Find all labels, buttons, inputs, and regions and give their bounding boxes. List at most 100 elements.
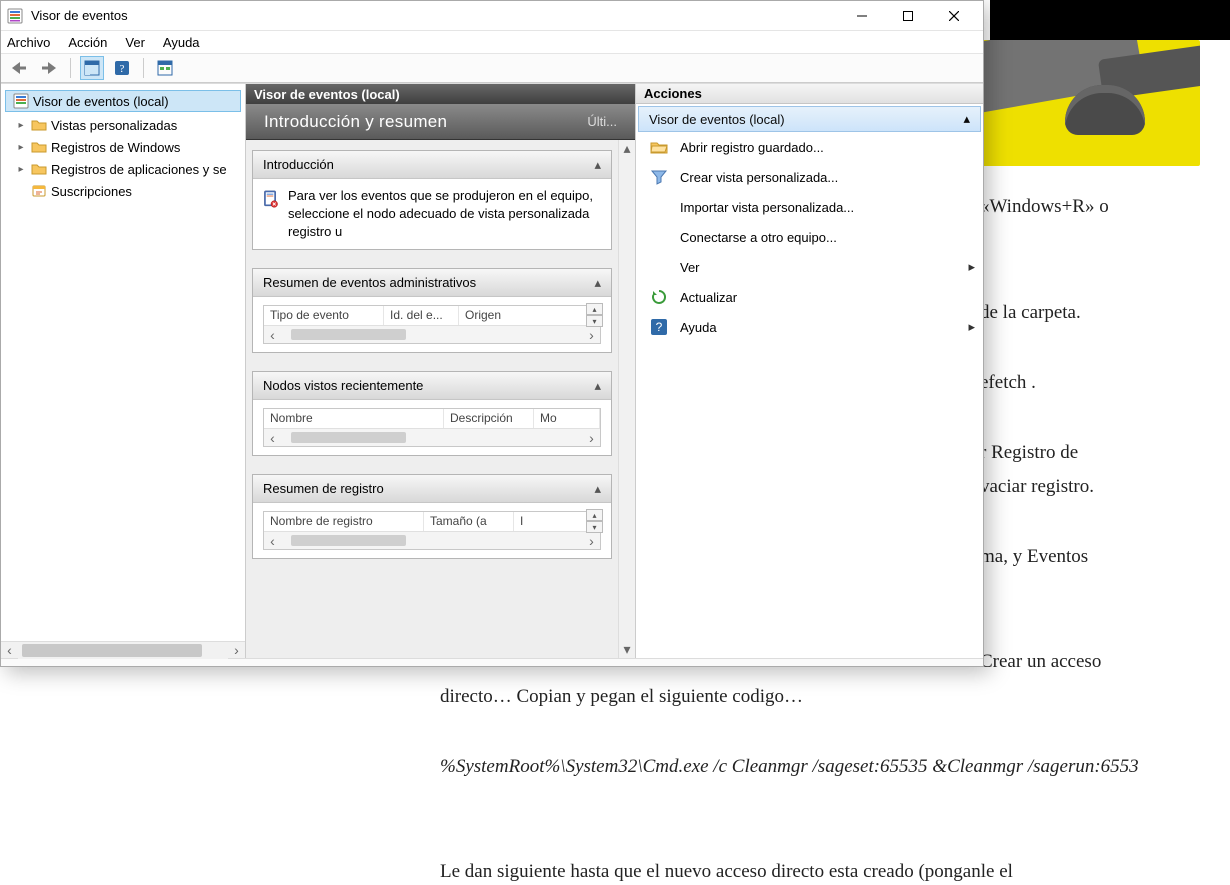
tree-item-windows-logs[interactable]: ▸ Registros de Windows	[1, 136, 245, 158]
collapse-icon[interactable]: ▴	[594, 275, 601, 291]
col-header[interactable]: Nombre de registro	[264, 512, 424, 531]
titlebar[interactable]: Visor de eventos	[1, 1, 983, 31]
chevron-up-icon[interactable]: ▴	[586, 509, 603, 521]
scroll-right-icon[interactable]: ›	[228, 642, 245, 659]
menu-ver[interactable]: Ver	[125, 35, 145, 50]
collapse-icon[interactable]: ▴	[594, 378, 601, 394]
action-label: Ayuda	[680, 320, 956, 335]
col-header[interactable]: Nombre	[264, 409, 444, 428]
admin-summary-header[interactable]: Resumen de eventos administrativos ▴	[253, 269, 611, 297]
expand-icon[interactable]: ▸	[15, 142, 27, 153]
svg-text:?: ?	[120, 63, 125, 75]
recent-nodes-header[interactable]: Nodos vistos recientemente ▴	[253, 372, 611, 400]
grid-horizontal-scrollbar[interactable]: ‹ ›	[264, 326, 600, 343]
scroll-left-icon[interactable]: ‹	[264, 326, 281, 343]
scrollbar-thumb[interactable]	[291, 329, 406, 340]
grid-horizontal-scrollbar[interactable]: ‹ ›	[264, 429, 600, 446]
maximize-button[interactable]	[885, 1, 931, 31]
expand-icon[interactable]: ▸	[15, 164, 27, 175]
scroll-left-icon[interactable]: ‹	[1, 642, 18, 659]
action-refresh[interactable]: Actualizar	[638, 282, 981, 312]
spinner-control[interactable]: ▴ ▾	[586, 303, 603, 327]
action-help-submenu[interactable]: ? Ayuda ▸	[638, 312, 981, 342]
menu-accion[interactable]: Acción	[68, 35, 107, 50]
article-fragment: efetch .	[980, 366, 1210, 400]
article-fragment: ma, y Eventos	[980, 540, 1210, 574]
scrollbar-thumb[interactable]	[291, 432, 406, 443]
svg-text:?: ?	[656, 320, 663, 334]
article-paragraph: Le dan siguiente hasta que el nuevo acce…	[440, 855, 1160, 885]
scroll-down-icon[interactable]: ▾	[619, 641, 635, 658]
col-header[interactable]: Mo	[534, 409, 600, 428]
scroll-up-icon[interactable]: ▴	[619, 140, 635, 157]
collapse-icon[interactable]: ▴	[963, 111, 970, 127]
article-fragment: «Windows+R» o	[980, 190, 1210, 224]
show-tree-button[interactable]	[80, 56, 104, 80]
action-create-custom-view[interactable]: Crear vista personalizada...	[638, 162, 981, 192]
nav-back-button[interactable]	[7, 56, 31, 80]
center-vertical-scrollbar[interactable]: ▴ ▾	[618, 140, 635, 658]
scroll-right-icon[interactable]: ›	[583, 532, 600, 549]
chevron-up-icon[interactable]: ▴	[586, 303, 603, 315]
properties-button[interactable]	[153, 56, 177, 80]
action-open-saved-log[interactable]: Abrir registro guardado...	[638, 132, 981, 162]
close-button[interactable]	[931, 1, 977, 31]
scroll-right-icon[interactable]: ›	[583, 326, 600, 343]
chevron-down-icon[interactable]: ▾	[586, 315, 603, 327]
center-pane: Visor de eventos (local) Introducción y …	[246, 84, 636, 658]
event-viewer-icon	[13, 93, 29, 109]
scroll-left-icon[interactable]: ‹	[264, 532, 281, 549]
tree-item-subscriptions[interactable]: Suscripciones	[1, 180, 245, 202]
scroll-left-icon[interactable]: ‹	[264, 429, 281, 446]
folder-icon	[31, 117, 47, 133]
help-icon: ?	[650, 318, 668, 336]
scroll-right-icon[interactable]: ›	[583, 429, 600, 446]
action-view-submenu[interactable]: Ver ▸	[638, 252, 981, 282]
chevron-down-icon[interactable]: ▾	[586, 521, 603, 533]
tree-item-app-logs[interactable]: ▸ Registros de aplicaciones y se	[1, 158, 245, 180]
actions-title: Acciones	[636, 84, 983, 104]
col-header[interactable]: Tipo de evento	[264, 306, 384, 325]
chevron-right-icon: ▸	[968, 319, 975, 335]
folder-open-icon	[650, 138, 668, 156]
menu-ayuda[interactable]: Ayuda	[163, 35, 200, 50]
log-summary-grid[interactable]: Nombre de registro Tamaño (a I ‹ ›	[263, 511, 601, 550]
admin-summary-section: Resumen de eventos administrativos ▴ ▴ ▾	[252, 268, 612, 353]
grid-horizontal-scrollbar[interactable]: ‹ ›	[264, 532, 600, 549]
minimize-button[interactable]	[839, 1, 885, 31]
center-heading: Introducción y resumen Últi...	[246, 104, 635, 140]
action-label: Actualizar	[680, 290, 975, 305]
intro-header[interactable]: Introducción ▴	[253, 151, 611, 179]
intro-book-icon	[263, 189, 278, 229]
log-summary-header[interactable]: Resumen de registro ▴	[253, 475, 611, 503]
scrollbar-thumb[interactable]	[22, 644, 202, 657]
nav-forward-button[interactable]	[37, 56, 61, 80]
tree-horizontal-scrollbar[interactable]: ‹ ›	[1, 641, 245, 658]
scrollbar-thumb[interactable]	[291, 535, 406, 546]
col-header[interactable]: Id. del e...	[384, 306, 459, 325]
spinner-control[interactable]: ▴ ▾	[586, 509, 603, 533]
col-header[interactable]: Tamaño (a	[424, 512, 514, 531]
action-import-custom-view[interactable]: Importar vista personalizada...	[638, 192, 981, 222]
subscriptions-icon	[31, 183, 47, 199]
article-fragment: vaciar registro.	[980, 470, 1210, 504]
action-connect-computer[interactable]: Conectarse a otro equipo...	[638, 222, 981, 252]
refresh-icon	[650, 288, 668, 306]
action-label: Crear vista personalizada...	[680, 170, 975, 185]
intro-text: Para ver los eventos que se produjeron e…	[288, 187, 601, 242]
actions-group-header[interactable]: Visor de eventos (local) ▴	[638, 106, 981, 132]
col-header[interactable]: Origen	[459, 306, 600, 325]
collapse-icon[interactable]: ▴	[594, 157, 601, 173]
menu-archivo[interactable]: Archivo	[7, 35, 50, 50]
col-header[interactable]: Descripción	[444, 409, 534, 428]
tree-item-custom-views[interactable]: ▸ Vistas personalizadas	[1, 114, 245, 136]
window-title: Visor de eventos	[31, 8, 839, 23]
actions-pane: Acciones Visor de eventos (local) ▴ Abri…	[636, 84, 983, 658]
help-button[interactable]: ?	[110, 56, 134, 80]
center-title: Visor de eventos (local)	[246, 84, 635, 104]
expand-icon[interactable]: ▸	[15, 120, 27, 131]
recent-nodes-grid[interactable]: Nombre Descripción Mo ‹ ›	[263, 408, 601, 447]
collapse-icon[interactable]: ▴	[594, 481, 601, 497]
admin-summary-grid[interactable]: Tipo de evento Id. del e... Origen ‹ ›	[263, 305, 601, 344]
tree-root[interactable]: Visor de eventos (local)	[5, 90, 241, 112]
